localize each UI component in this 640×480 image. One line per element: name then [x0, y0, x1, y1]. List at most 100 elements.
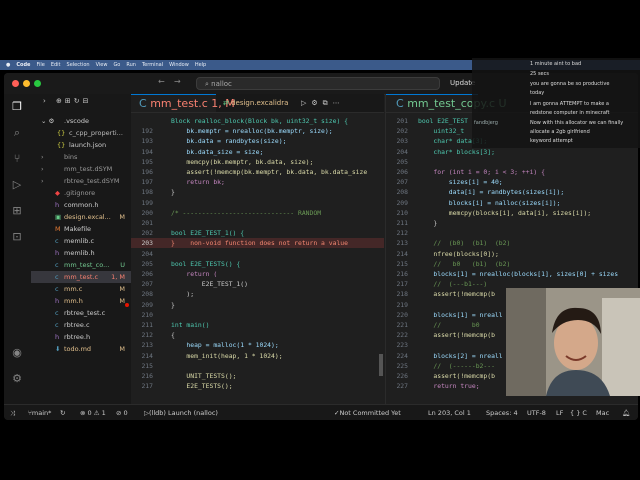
remote-indicator-icon[interactable]: ⤨: [10, 405, 15, 420]
line-number: 225: [396, 361, 408, 370]
tree-file-makefile[interactable]: M Makefile: [31, 223, 131, 235]
run-debug-icon[interactable]: ▷: [10, 178, 24, 192]
menu-window[interactable]: Window: [169, 62, 189, 68]
menu-help[interactable]: Help: [195, 62, 206, 68]
code-text: bk.data_size = size;: [171, 147, 264, 156]
language-mode[interactable]: { } C: [570, 405, 587, 420]
cursor-position[interactable]: Ln 203, Col 1: [428, 405, 471, 420]
tree-label: common.h: [64, 201, 99, 209]
git-status-badge: M: [119, 345, 125, 353]
account-icon[interactable]: ◉: [10, 346, 24, 360]
tree-file-todo-md[interactable]: ⬇ todo.md M: [31, 343, 131, 355]
forward-arrow-icon[interactable]: →: [174, 77, 181, 86]
tree-file-c-cpp-properties[interactable]: {} c_cpp_properti...: [31, 127, 131, 139]
back-arrow-icon[interactable]: ←: [158, 77, 165, 86]
code-text: bool E2E_TEST: [418, 117, 469, 125]
code-line: 205 bool E2E_TESTS() {: [131, 259, 384, 269]
code-line: 216 UNIT_TESTS();: [131, 371, 384, 381]
tree-folder-vscode[interactable]: ⌄ ⚙ .vscode: [31, 115, 131, 127]
line-number: 217: [141, 382, 153, 391]
menu-run[interactable]: Run: [126, 62, 136, 68]
menu-terminal[interactable]: Terminal: [142, 62, 163, 68]
code-line: 211 }: [386, 218, 638, 228]
code-line: Block realloc_block(Block bk, uint32_t s…: [131, 116, 384, 126]
tree-file-design-excalidraw[interactable]: ▣ design.excal... M: [31, 211, 131, 223]
ports-icon[interactable]: ⊘ 0: [116, 405, 128, 420]
tree-file-common-h[interactable]: h common.h: [31, 199, 131, 211]
breakpoint-icon[interactable]: [125, 302, 129, 307]
source-control-icon[interactable]: ⑂: [10, 152, 24, 166]
line-number: 207: [141, 280, 153, 289]
menu-edit[interactable]: Edit: [51, 62, 61, 68]
problems-indicator[interactable]: ⊗ 0 ⚠ 1: [80, 405, 106, 420]
tree-file-mm-test-c[interactable]: c mm_test.c 1, M: [31, 271, 131, 283]
tree-folder-mm-test-dsym[interactable]: › mm_test.dSYM: [31, 163, 131, 175]
explorer-icon[interactable]: ❐: [10, 100, 24, 114]
code-text: bk.memptr = nrealloc(bk.memptr, size);: [171, 127, 333, 136]
tree-file-rbtree-h[interactable]: h rbtree.h: [31, 331, 131, 343]
branch-indicator[interactable]: ⑂ main*: [28, 405, 51, 420]
debug-launch[interactable]: ▷ (lldb) Launch (nalloc): [144, 405, 218, 420]
menu-selection[interactable]: Selection: [67, 62, 90, 68]
line-number: 213: [141, 341, 153, 350]
encoding[interactable]: UTF-8: [527, 405, 546, 420]
code-text: UNIT_TESTS();: [171, 372, 237, 380]
tree-folder-rbtree-test-dsym[interactable]: › rbtree_test.dSYM: [31, 175, 131, 187]
git-blame[interactable]: ✓ Not Committed Yet: [334, 405, 401, 420]
chevron-right-icon[interactable]: ›: [43, 97, 46, 105]
platform[interactable]: Mac: [596, 405, 609, 420]
tree-label: Makefile: [64, 225, 92, 233]
tree-label: .gitignore: [64, 189, 96, 197]
tree-file-memlib-h[interactable]: h memlib.h: [31, 247, 131, 259]
tab-design-excalidraw[interactable]: ⇄ design.excalidra: [217, 94, 299, 112]
scrollbar-thumb[interactable]: [379, 354, 383, 376]
menu-go[interactable]: Go: [113, 62, 120, 68]
tab-mm-test-c[interactable]: C mm_test.c 1, M: [131, 94, 235, 112]
command-center-search[interactable]: ⌕ nalloc: [196, 77, 440, 90]
tree-file-memlib-c[interactable]: c memlib.c: [31, 235, 131, 247]
editor-actions[interactable]: ▷⚙⧉⋯: [301, 94, 345, 112]
code-line: 208 );: [131, 289, 384, 299]
menu-code[interactable]: Code: [16, 62, 30, 68]
extensions-icon[interactable]: ⊞: [10, 204, 24, 218]
tree-file-launch-json[interactable]: {} launch.json: [31, 139, 131, 151]
zoom-window-button[interactable]: [34, 80, 41, 87]
indentation[interactable]: Spaces: 4: [486, 405, 518, 420]
remote-icon[interactable]: ⊡: [10, 230, 24, 244]
code-text: assert(!memcmp(b: [418, 331, 495, 340]
tree-file-gitignore[interactable]: ◆ .gitignore: [31, 187, 131, 199]
tree-file-mm-h[interactable]: h mm.h M: [31, 295, 131, 307]
chat-message: 25 secs: [530, 71, 549, 77]
tree-label: memlib.c: [64, 237, 95, 245]
tree-file-mm-c[interactable]: c mm.c M: [31, 283, 131, 295]
tree-file-mm-test-copy[interactable]: c mm_test_co... U: [31, 259, 131, 271]
git-status-badge: U: [120, 261, 125, 269]
apple-icon[interactable]: ●: [6, 62, 10, 68]
menu-view[interactable]: View: [96, 62, 108, 68]
tree-folder-bins[interactable]: › bins: [31, 151, 131, 163]
line-number: 205: [396, 157, 408, 166]
sync-icon[interactable]: ↻: [60, 405, 65, 420]
command-center-text: nalloc: [211, 80, 232, 88]
code-text: data[i] = randbytes(sizes[i]);: [418, 188, 565, 197]
code-line: 203} non-void function does not return a…: [131, 238, 384, 249]
tree-file-rbtree-test-c[interactable]: c rbtree_test.c: [31, 307, 131, 319]
search-icon[interactable]: ⌕: [10, 126, 24, 140]
tree-file-rbtree-c[interactable]: c rbtree.c: [31, 319, 131, 331]
streamer-webcam-image: [506, 288, 640, 396]
end-of-line[interactable]: LF: [556, 405, 563, 420]
close-window-button[interactable]: [12, 80, 19, 87]
menu-file[interactable]: File: [36, 62, 44, 68]
tab-mm-test-copy[interactable]: C mm_test_copy.c U: [386, 94, 507, 112]
explorer-actions[interactable]: ⊕⊞↻⊟: [56, 97, 91, 105]
minimize-window-button[interactable]: [23, 80, 30, 87]
code-text: }: [171, 188, 175, 197]
tree-label: rbtree_test.dSYM: [64, 177, 120, 185]
line-number: 221: [396, 321, 408, 329]
bell-icon[interactable]: 🔔︎: [622, 405, 630, 420]
code-text: bool E2E_TEST_1() {: [171, 229, 245, 238]
chat-message: I am gonna ATTEMPT to make a: [530, 101, 609, 107]
code-line: 207 sizes[i] = 40;: [386, 177, 638, 187]
gear-icon[interactable]: ⚙: [10, 372, 24, 386]
code-line: 197 return bk;: [131, 177, 384, 187]
